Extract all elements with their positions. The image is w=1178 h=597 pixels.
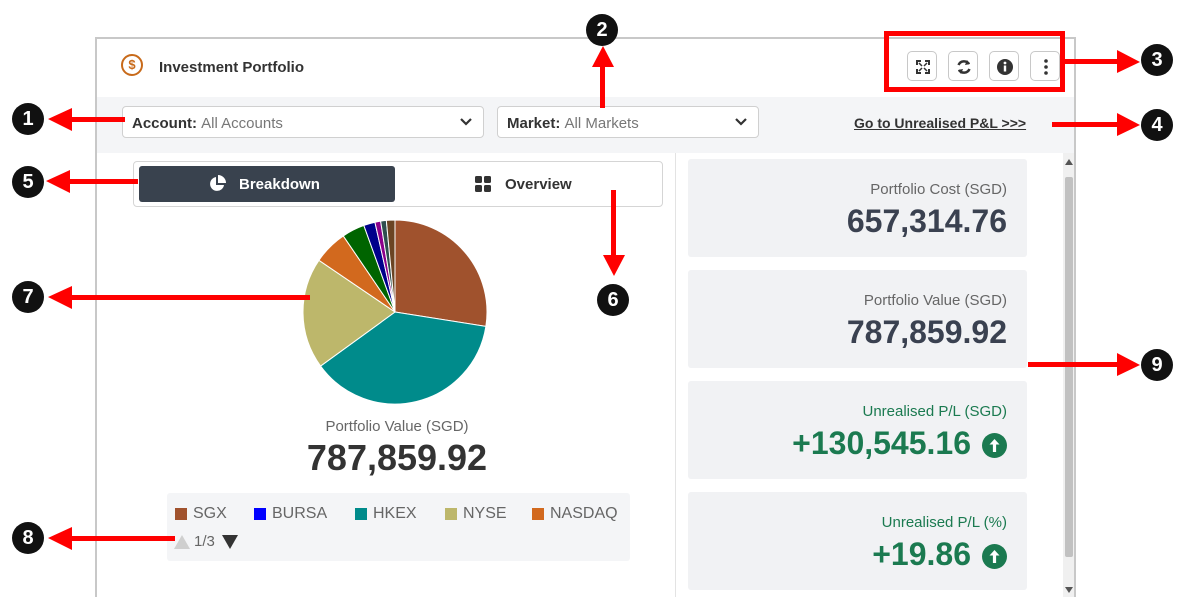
- callout-badge-7: 7: [12, 281, 44, 313]
- controls-highlight-box: [884, 31, 1065, 92]
- legend-page-indicator: 1/3: [194, 533, 215, 550]
- chevron-down-icon: [735, 118, 747, 126]
- callout-arrow: [70, 536, 175, 541]
- legend-label: HKEX: [373, 505, 417, 522]
- callout-arrowhead: [603, 255, 625, 276]
- callout-arrow: [70, 117, 125, 122]
- summary-cards-panel: Portfolio Cost (SGD) 657,314.76 Portfoli…: [676, 153, 1074, 597]
- callout-badge-5: 5: [12, 166, 44, 198]
- portfolio-pie-chart: [302, 219, 488, 405]
- callout-arrowhead: [1117, 113, 1140, 136]
- portfolio-cost-card: Portfolio Cost (SGD) 657,314.76: [688, 159, 1027, 257]
- callout-badge-1: 1: [12, 103, 44, 135]
- scroll-down-icon[interactable]: [1065, 587, 1073, 593]
- callout-arrow: [1028, 362, 1122, 367]
- callout-arrowhead: [48, 108, 72, 131]
- overview-tab-label: Overview: [505, 176, 572, 193]
- callout-badge-6: 6: [597, 284, 629, 316]
- pie-slice-sgx[interactable]: [394, 219, 488, 327]
- card-label: Portfolio Cost (SGD): [870, 181, 1007, 198]
- card-label: Unrealised P/L (SGD): [862, 403, 1008, 420]
- account-select-value: All Accounts: [201, 115, 283, 132]
- callout-badge-2: 2: [586, 14, 618, 46]
- card-value: 787,859.92: [846, 314, 1007, 350]
- card-value: +19.86: [872, 536, 971, 572]
- legend-next-page-icon[interactable]: [222, 535, 238, 549]
- vertical-scrollbar[interactable]: [1063, 153, 1074, 597]
- market-select-value: All Markets: [564, 115, 639, 132]
- portfolio-value: 787,859.92: [306, 437, 488, 478]
- legend-label: NYSE: [463, 505, 507, 522]
- unrealised-pl-percent-card: Unrealised P/L (%) +19.86: [688, 492, 1027, 590]
- view-toggle: Breakdown Overview: [133, 161, 663, 207]
- legend-swatch: [445, 508, 457, 520]
- legend-swatch: [254, 508, 266, 520]
- portfolio-value-label: Portfolio Value (SGD): [325, 418, 469, 435]
- card-label: Portfolio Value (SGD): [863, 292, 1007, 309]
- callout-arrow: [1052, 122, 1122, 127]
- grid-icon: [475, 176, 491, 192]
- callout-arrow: [600, 62, 605, 108]
- overview-tab[interactable]: Overview: [399, 166, 655, 202]
- scrollbar-thumb[interactable]: [1065, 177, 1073, 557]
- callout-arrow: [70, 295, 310, 300]
- callout-arrow: [68, 179, 138, 184]
- breakdown-panel: Breakdown Overview Portfolio Value (SGD)…: [97, 153, 675, 597]
- callout-arrowhead: [1117, 50, 1140, 73]
- filter-bar: Account: All Accounts Market: All Market…: [97, 97, 1074, 153]
- callout-badge-3: 3: [1141, 44, 1173, 76]
- pie-chart-icon: [210, 175, 226, 191]
- breakdown-tab[interactable]: Breakdown: [139, 166, 395, 202]
- investment-portfolio-widget: $ Investment Portfolio Account: All Acco…: [95, 37, 1076, 597]
- legend-label: BURSA: [272, 505, 328, 522]
- callout-arrow: [1065, 59, 1123, 64]
- legend-swatch: [175, 508, 187, 520]
- market-select-label: Market: All Markets: [507, 115, 639, 132]
- scroll-up-icon[interactable]: [1065, 159, 1073, 165]
- dollar-circle-icon: $: [121, 54, 143, 76]
- legend-prev-page-icon[interactable]: [174, 535, 190, 549]
- callout-badge-8: 8: [12, 522, 44, 554]
- legend-label: SGX: [193, 505, 227, 522]
- callout-arrowhead: [48, 286, 72, 309]
- account-select-label: Account: All Accounts: [132, 115, 283, 132]
- callout-badge-9: 9: [1141, 349, 1173, 381]
- breakdown-tab-label: Breakdown: [239, 176, 320, 193]
- account-select[interactable]: Account: All Accounts: [122, 106, 484, 138]
- chevron-down-icon: [460, 118, 472, 126]
- portfolio-value-card: Portfolio Value (SGD) 787,859.92: [688, 270, 1027, 368]
- legend-swatch: [355, 508, 367, 520]
- card-label: Unrealised P/L (%): [881, 514, 1007, 531]
- card-value: +130,545.16: [792, 425, 971, 461]
- legend-label: NASDAQ: [550, 505, 618, 522]
- card-value: 657,314.76: [846, 203, 1007, 239]
- chart-legend: SGX BURSA HKEX NYSE NASDAQ 1/3: [167, 493, 630, 561]
- callout-arrowhead: [592, 46, 614, 67]
- callout-arrow: [611, 190, 616, 258]
- legend-swatch: [532, 508, 544, 520]
- arrow-up-circle-icon: [982, 544, 1007, 569]
- callout-arrowhead: [46, 170, 70, 193]
- market-select[interactable]: Market: All Markets: [497, 106, 759, 138]
- widget-title: Investment Portfolio: [159, 59, 305, 76]
- callout-badge-4: 4: [1141, 109, 1173, 141]
- callout-arrowhead: [48, 527, 72, 550]
- unrealised-pl-sgd-card: Unrealised P/L (SGD) +130,545.16: [688, 381, 1027, 479]
- unrealised-pl-link[interactable]: Go to Unrealised P&L >>>: [854, 115, 1026, 131]
- callout-arrowhead: [1117, 353, 1140, 376]
- arrow-up-circle-icon: [982, 433, 1007, 458]
